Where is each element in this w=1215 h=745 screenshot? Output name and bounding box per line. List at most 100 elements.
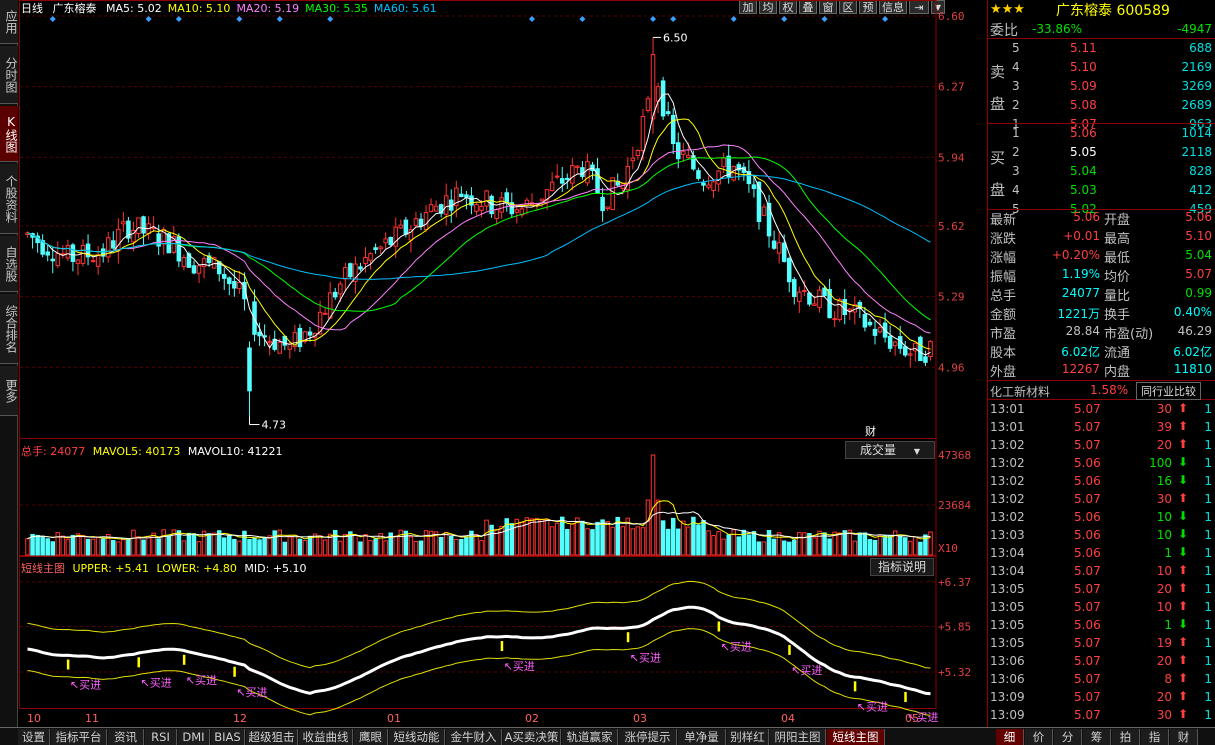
volume-bar xyxy=(534,517,540,556)
sell-level-row[interactable]: 3 5.09 3269 xyxy=(988,77,1215,96)
bottom-tab-13[interactable]: 涨停提示 xyxy=(619,729,677,745)
left-tab-2[interactable]: K线图 xyxy=(0,106,18,162)
tick-time: 13:03 xyxy=(990,528,1025,542)
volume-bar xyxy=(585,528,590,556)
buy-level-row[interactable]: 1 5.06 1014 xyxy=(988,124,1215,143)
candle-body xyxy=(887,335,893,349)
bottom-tab-3[interactable]: RSI xyxy=(145,729,177,745)
candle-body xyxy=(327,292,333,319)
candle-body xyxy=(80,244,86,264)
bottom-tab-6[interactable]: 超级狙击 xyxy=(246,729,298,745)
quote-tab-3[interactable]: 筹 xyxy=(1083,729,1111,745)
candle-body xyxy=(751,184,757,189)
bottom-tab-10[interactable]: 金牛财入 xyxy=(446,729,502,745)
volume-bar xyxy=(756,541,762,556)
tick-price: 5.07 xyxy=(1074,672,1101,686)
left-tab-1[interactable]: 分时图 xyxy=(0,46,18,104)
sell-level-row[interactable]: 4 5.10 2169 xyxy=(988,58,1215,77)
tick-volume: 100 xyxy=(1149,456,1172,470)
left-tab-5[interactable]: 综合排名 xyxy=(0,294,18,364)
bottom-tab-16[interactable]: 阴阳主图 xyxy=(770,729,826,745)
candle-body xyxy=(338,283,343,295)
buy-level-row[interactable]: 4 5.03 412 xyxy=(988,181,1215,200)
left-tab-0[interactable]: 应用 xyxy=(0,0,18,44)
volume-bar xyxy=(731,529,737,556)
bottom-tab-17[interactable]: 短线主图 xyxy=(827,729,885,745)
bottom-tab-2[interactable]: 资讯 xyxy=(108,729,144,745)
bottom-tab-11[interactable]: A买卖决策 xyxy=(503,729,561,745)
candle-body xyxy=(90,260,96,263)
candle-body xyxy=(605,206,610,210)
tick-time: 13:09 xyxy=(990,708,1025,722)
bottom-tab-8[interactable]: 鹰眼 xyxy=(354,729,388,745)
volume-bar xyxy=(50,541,56,556)
compare-button[interactable]: 同行业比较 xyxy=(1136,382,1201,400)
candle-body xyxy=(716,170,721,185)
buy-signal-bar xyxy=(233,666,236,677)
indicator-help-label: 指标说明 xyxy=(877,560,926,574)
sector-name[interactable]: 化工新材料 xyxy=(990,383,1050,400)
bottom-tab-9[interactable]: 短线动能 xyxy=(389,729,445,745)
buy-signal-label: ↖买进 xyxy=(70,679,101,692)
tick-price: 5.06 xyxy=(1074,510,1101,524)
volume-bar xyxy=(393,535,399,556)
candle-body xyxy=(686,154,691,159)
candle-body xyxy=(191,265,197,274)
volume-bar xyxy=(448,536,454,556)
bottom-tab-14[interactable]: 单净量 xyxy=(678,729,726,745)
candle-body xyxy=(95,254,101,267)
tick-row: 13:02 5.07 30 ⬆ 1 xyxy=(988,491,1215,509)
bottom-tab-15[interactable]: 别样红 xyxy=(727,729,769,745)
quote-tab-1[interactable]: 价 xyxy=(1025,729,1053,745)
volume-bar xyxy=(802,532,807,556)
buy-level-row[interactable]: 3 5.04 828 xyxy=(988,162,1215,181)
left-tab-6[interactable]: 更多 xyxy=(0,366,18,416)
candle-body xyxy=(479,205,484,211)
bottom-tab-0[interactable]: 设置 xyxy=(18,729,50,745)
sell-level-row[interactable]: 5 5.11 688 xyxy=(988,39,1215,58)
volume-bar xyxy=(570,523,575,556)
bottom-tab-5[interactable]: BIAS xyxy=(211,729,245,745)
bottom-tab-7[interactable]: 收益曲线 xyxy=(299,729,353,745)
volume-bar xyxy=(237,540,242,556)
volume-bar xyxy=(897,535,903,556)
tick-time: 13:02 xyxy=(990,510,1025,524)
left-tab-3[interactable]: 个股资料 xyxy=(0,164,18,234)
price-axis-label: 4.96 xyxy=(938,361,965,374)
indicator-legend: 短线主图 UPPER: +5.41 LOWER: +4.80 MID: +5.1… xyxy=(21,560,307,576)
volume-bar xyxy=(529,518,535,556)
volume-bar xyxy=(126,538,131,556)
quote-tab-2[interactable]: 分 xyxy=(1054,729,1082,745)
tick-volume: 10 xyxy=(1156,564,1172,578)
bottom-tab-1[interactable]: 指标平台 xyxy=(51,729,107,745)
volume-bar xyxy=(221,537,227,556)
candle-body xyxy=(872,328,878,336)
quote-tab-4[interactable]: 拍 xyxy=(1112,729,1140,745)
volume-bar xyxy=(232,539,237,556)
stat-label: 市盈 xyxy=(990,327,1017,342)
tick-time: 13:06 xyxy=(990,654,1025,668)
ma5-line xyxy=(27,93,931,356)
quote-tab-5[interactable]: 指 xyxy=(1141,729,1169,745)
date-axis-label: 05 xyxy=(905,712,919,725)
arrow-up-icon: ⬆ xyxy=(1177,419,1188,433)
left-tab-4[interactable]: 自选股 xyxy=(0,236,18,292)
sell-level-row[interactable]: 2 5.08 2689 xyxy=(988,96,1215,115)
buy-level-row[interactable]: 2 5.05 2118 xyxy=(988,143,1215,162)
mavol10-label: MAVOL10: 41221 xyxy=(187,445,283,458)
volume-bar xyxy=(812,537,817,556)
volume-bar xyxy=(908,540,913,556)
indicator-help-button[interactable]: 指标说明 xyxy=(870,558,934,576)
volume-bar xyxy=(247,539,252,556)
volume-indicator-dropdown[interactable]: 成交量 ▼ xyxy=(845,441,935,459)
quote-tab-0[interactable]: 细 xyxy=(996,729,1024,745)
candle-body xyxy=(403,219,409,235)
volume-bar xyxy=(307,535,313,556)
quote-tab-6[interactable]: 财 xyxy=(1170,729,1198,745)
volume-bar xyxy=(640,527,646,556)
tick-price: 5.07 xyxy=(1074,708,1101,722)
bottom-tab-4[interactable]: DMI xyxy=(178,729,210,745)
tick-volume: 10 xyxy=(1156,510,1172,524)
candle-body xyxy=(635,150,641,156)
bottom-tab-12[interactable]: 轨道赢家 xyxy=(562,729,618,745)
